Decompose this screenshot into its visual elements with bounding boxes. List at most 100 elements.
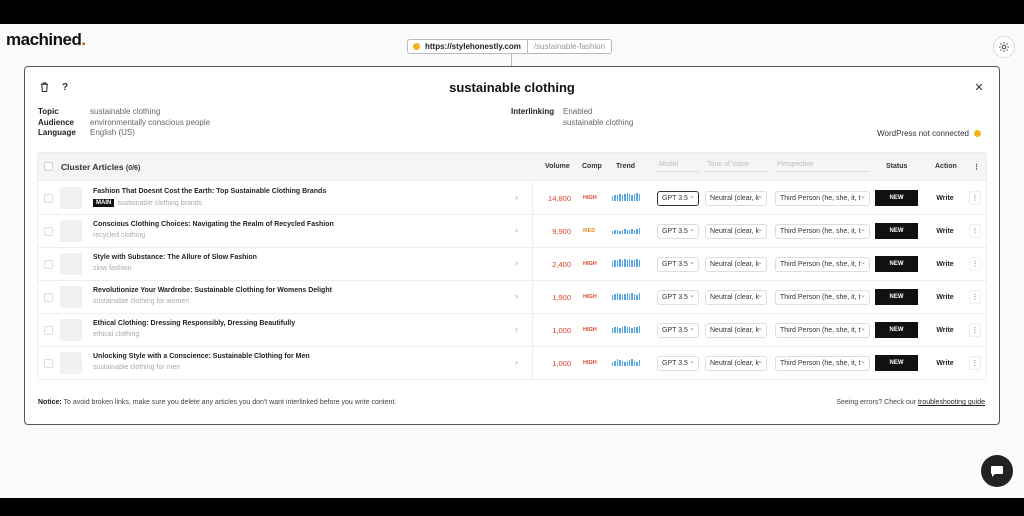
write-button[interactable]: Write [924, 289, 966, 305]
chevron-right-icon[interactable]: › [515, 291, 518, 301]
table-row[interactable]: Ethical Clothing: Dressing Responsibly, … [38, 314, 986, 347]
col-comp: Comp [582, 163, 602, 170]
article-title[interactable]: Unlocking Style with a Conscience: Susta… [93, 353, 310, 360]
model-select[interactable]: GPT 3.5 [657, 290, 699, 305]
site-url-bar[interactable]: https://stylehonestly.com /sustainable-f… [407, 39, 613, 54]
trend-sparkline [612, 226, 641, 234]
perspective-select[interactable]: Third Person (he, she, it, t [775, 323, 870, 338]
model-select[interactable]: GPT 3.5 [657, 323, 699, 338]
trend-bar [619, 194, 621, 201]
chat-button[interactable] [981, 455, 1013, 487]
perspective-filter[interactable]: Perspective [775, 161, 870, 172]
trend-bar [619, 360, 621, 366]
row-more-button[interactable]: ⋮ [969, 356, 981, 370]
row-more-button[interactable]: ⋮ [969, 191, 981, 205]
model-select[interactable]: GPT 3.5 [657, 356, 699, 371]
tone-select[interactable]: Neutral (clear, k [705, 290, 767, 305]
wordpress-status-text: WordPress not connected [877, 129, 969, 138]
trend-bar [624, 229, 626, 234]
header-more-button[interactable]: ⋮ [973, 163, 980, 171]
table-title-text: Cluster Articles [61, 162, 124, 172]
trend-bar [636, 362, 638, 366]
model-select[interactable]: GPT 3.5 [657, 191, 699, 206]
trend-bar [621, 361, 624, 366]
notice-body: To avoid broken links, make sure you del… [61, 399, 397, 406]
table-row[interactable]: Conscious Clothing Choices: Navigating t… [38, 215, 986, 248]
chevron-right-icon[interactable]: › [515, 357, 518, 367]
interlinking-value: Enabled [563, 107, 593, 116]
tone-select[interactable]: Neutral (clear, k [705, 191, 767, 206]
perspective-select[interactable]: Third Person (he, she, it, t [775, 191, 870, 206]
brand-logo[interactable]: machined. [6, 30, 86, 50]
row-checkbox[interactable] [44, 227, 53, 236]
table-row[interactable]: Unlocking Style with a Conscience: Susta… [38, 347, 986, 380]
chevron-right-icon[interactable]: › [515, 258, 518, 268]
trend-bar [631, 195, 633, 201]
row-thumbnail [60, 220, 82, 242]
model-select[interactable]: GPT 3.5 [657, 224, 699, 239]
chevron-right-icon[interactable]: › [515, 225, 518, 235]
audience-value: environmentally conscious people [90, 117, 211, 127]
table-row[interactable]: Style with Substance: The Allure of Slow… [38, 248, 986, 281]
perspective-select[interactable]: Third Person (he, she, it, t [775, 356, 870, 371]
write-button[interactable]: Write [924, 322, 966, 338]
row-checkbox[interactable] [44, 194, 53, 203]
trend-bar [614, 361, 616, 366]
search-volume: 2,400 [552, 260, 571, 269]
tone-select[interactable]: Neutral (clear, k [705, 224, 767, 239]
search-volume: 1,900 [552, 293, 571, 302]
model-select[interactable]: GPT 3.5 [657, 257, 699, 272]
row-more-button[interactable]: ⋮ [969, 224, 981, 238]
select-all-checkbox[interactable] [44, 162, 53, 171]
trend-bar [616, 195, 619, 201]
trend-sparkline [612, 292, 641, 300]
perspective-select[interactable]: Third Person (he, she, it, t [775, 257, 870, 272]
row-checkbox[interactable] [44, 326, 53, 335]
article-title[interactable]: Ethical Clothing: Dressing Responsibly, … [93, 320, 295, 327]
perspective-select[interactable]: Third Person (he, she, it, t [775, 224, 870, 239]
tone-select[interactable]: Neutral (clear, k [705, 257, 767, 272]
article-title[interactable]: Revolutionize Your Wardrobe: Sustainable… [93, 287, 332, 294]
trend-bar [628, 360, 631, 366]
row-more-button[interactable]: ⋮ [969, 290, 981, 304]
chevron-right-icon[interactable]: › [515, 324, 518, 334]
article-title[interactable]: Fashion That Doesnt Cost the Earth: Top … [93, 188, 326, 195]
row-checkbox[interactable] [44, 293, 53, 302]
row-more-button[interactable]: ⋮ [969, 257, 981, 271]
topic-label: Topic [38, 107, 59, 116]
article-title[interactable]: Style with Substance: The Allure of Slow… [93, 254, 257, 261]
row-checkbox[interactable] [44, 260, 53, 269]
perspective-select[interactable]: Third Person (he, she, it, t [775, 290, 870, 305]
status-badge: NEW [875, 256, 918, 272]
trend-bar [614, 260, 616, 267]
close-button[interactable]: ✕ [972, 80, 986, 94]
write-button[interactable]: Write [924, 190, 966, 206]
trend-bar [631, 229, 633, 234]
status-badge: NEW [875, 355, 918, 371]
settings-button[interactable] [993, 36, 1015, 58]
chevron-right-icon[interactable]: › [515, 192, 518, 202]
trend-bar [616, 327, 619, 333]
article-title[interactable]: Conscious Clothing Choices: Navigating t… [93, 221, 334, 228]
app-window: machined. https://stylehonestly.com /sus… [0, 24, 1024, 498]
write-button[interactable]: Write [924, 355, 966, 371]
trend-bar [612, 295, 614, 300]
write-button[interactable]: Write [924, 223, 966, 239]
wordpress-status[interactable]: WordPress not connected [877, 129, 981, 138]
trend-bar [619, 231, 621, 234]
model-filter[interactable]: Model [657, 161, 699, 172]
tone-select[interactable]: Neutral (clear, k [705, 323, 767, 338]
row-more-button[interactable]: ⋮ [969, 323, 981, 337]
tone-select[interactable]: Neutral (clear, k [705, 356, 767, 371]
trend-bar [614, 327, 616, 333]
tone-filter[interactable]: Tone of Voice [705, 161, 767, 172]
table-row[interactable]: Fashion That Doesnt Cost the Earth: Top … [38, 182, 986, 215]
audience-label: Audience [38, 117, 75, 127]
row-checkbox[interactable] [44, 359, 53, 368]
table-row[interactable]: Revolutionize Your Wardrobe: Sustainable… [38, 281, 986, 314]
trend-bar [633, 294, 636, 300]
troubleshooting-link[interactable]: troubleshooting guide [918, 399, 985, 406]
trend-bar [624, 259, 626, 267]
write-button[interactable]: Write [924, 256, 966, 272]
cluster-articles-table: Cluster Articles (0/6) Volume Comp Trend… [37, 152, 987, 380]
